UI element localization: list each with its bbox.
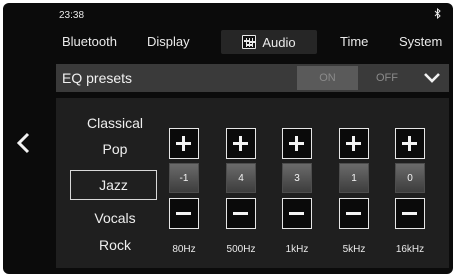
band-1khz: 3: [282, 128, 312, 229]
band-80hz-decrease-button[interactable]: [169, 198, 199, 229]
chevron-down-icon[interactable]: [423, 70, 441, 86]
band-1khz-increase-button[interactable]: [282, 128, 312, 159]
band-5khz-decrease-button[interactable]: [339, 198, 369, 229]
band-500hz-value: 4: [226, 163, 256, 193]
band-16khz-increase-button[interactable]: [395, 128, 425, 159]
preset-pop[interactable]: Pop: [70, 141, 160, 157]
band-500hz-decrease-button[interactable]: [226, 198, 256, 229]
eq-presets-bar: EQ presets ON OFF: [56, 64, 449, 92]
band-5khz-value: 1: [339, 163, 369, 193]
band-1khz-value: 3: [282, 163, 312, 193]
toggle-on-button[interactable]: ON: [297, 66, 358, 90]
band-16khz-label: 16kHz: [395, 244, 425, 255]
preset-vocals[interactable]: Vocals: [70, 210, 160, 226]
equalizer-icon: [242, 35, 257, 49]
preset-classical[interactable]: Classical: [70, 115, 160, 131]
head-unit-screen: 23:38 Bluetooth Display Audio Time Syste…: [3, 3, 453, 274]
eq-presets-title: EQ presets: [62, 70, 133, 86]
band-80hz: -1: [169, 128, 199, 229]
clock: 23:38: [59, 10, 85, 21]
band-5khz: 1: [339, 128, 369, 229]
band-16khz-value: 0: [395, 163, 425, 193]
equalizer-panel: Classical Pop Jazz Vocals Rock -1 4 3 1 …: [56, 98, 449, 268]
band-80hz-label: 80Hz: [172, 244, 196, 255]
band-16khz-decrease-button[interactable]: [395, 198, 425, 229]
band-500hz: 4: [226, 128, 256, 229]
band-16khz: 0: [395, 128, 425, 229]
preset-rock[interactable]: Rock: [70, 237, 160, 253]
band-500hz-increase-button[interactable]: [226, 128, 256, 159]
band-5khz-label: 5kHz: [342, 244, 366, 255]
tab-time[interactable]: Time: [340, 34, 368, 49]
tab-bluetooth[interactable]: Bluetooth: [62, 34, 117, 49]
band-1khz-label: 1kHz: [285, 244, 309, 255]
toggle-off-button[interactable]: OFF: [358, 66, 416, 90]
chevron-left-icon[interactable]: [14, 131, 34, 155]
tab-display[interactable]: Display: [147, 34, 190, 49]
tab-audio[interactable]: Audio: [221, 30, 317, 54]
band-80hz-increase-button[interactable]: [169, 128, 199, 159]
bluetooth-icon: [434, 7, 441, 22]
tab-system[interactable]: System: [399, 34, 442, 49]
band-1khz-decrease-button[interactable]: [282, 198, 312, 229]
preset-jazz[interactable]: Jazz: [70, 170, 157, 200]
band-5khz-increase-button[interactable]: [339, 128, 369, 159]
tab-audio-label: Audio: [262, 34, 296, 50]
band-500hz-label: 500Hz: [226, 244, 256, 255]
band-80hz-value: -1: [169, 163, 199, 193]
